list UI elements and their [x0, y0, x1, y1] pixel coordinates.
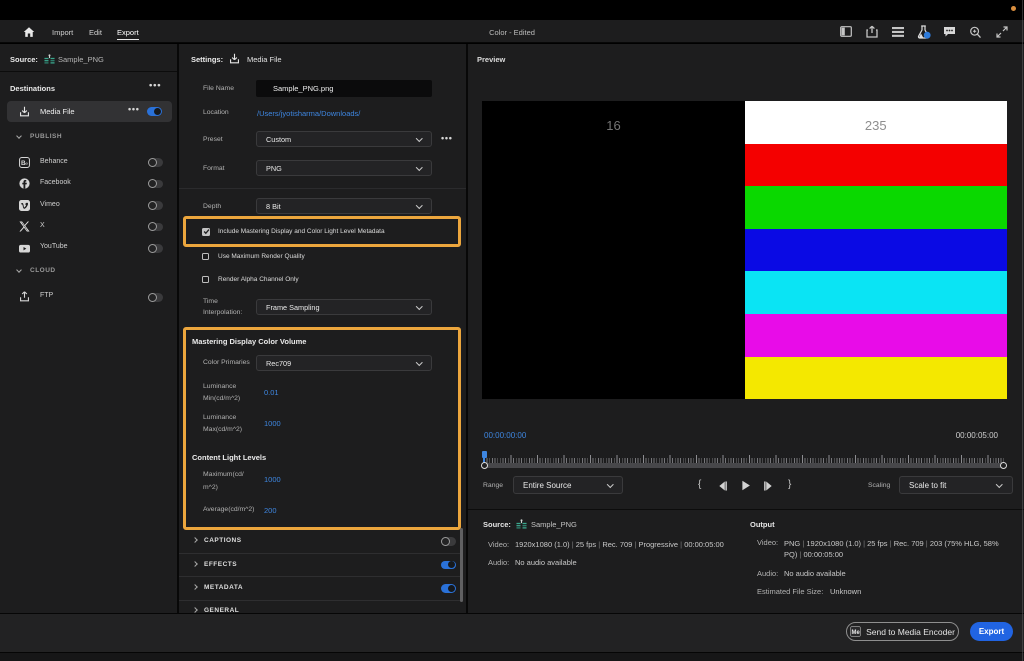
svg-text:e: e — [25, 160, 28, 165]
svg-text:Me: Me — [852, 630, 861, 636]
